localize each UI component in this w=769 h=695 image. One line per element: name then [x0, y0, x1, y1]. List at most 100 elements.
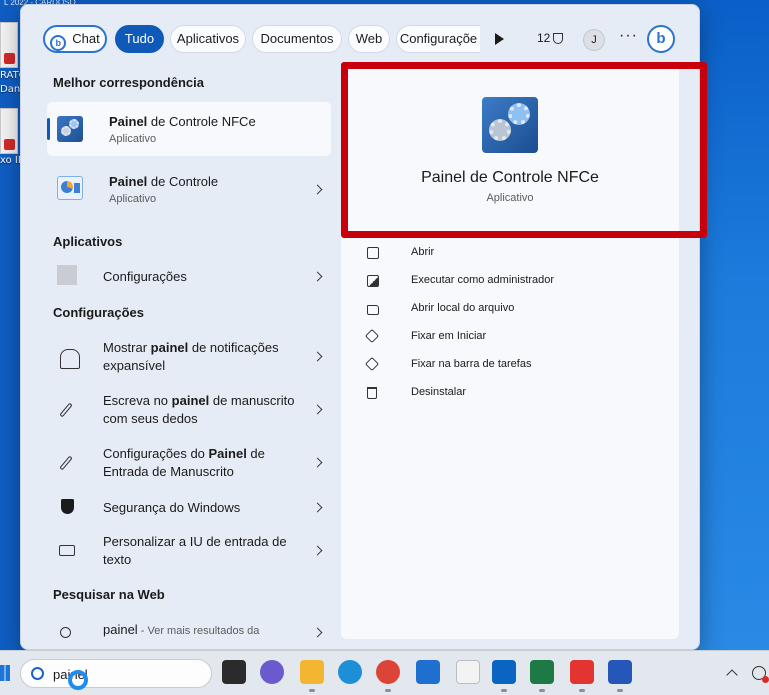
running-indicator	[617, 689, 623, 692]
anydesk-icon[interactable]	[570, 660, 594, 684]
teams-chat-icon[interactable]	[260, 660, 284, 684]
detail-app-name: Painel de Controle NFCe	[421, 169, 599, 186]
detail-pane: Painel de Controle NFCe Aplicativo Abrir…	[341, 65, 679, 639]
rewards-points[interactable]: 12	[537, 31, 564, 45]
web-search-heading: Pesquisar na Web	[53, 587, 165, 602]
chevron-right-icon[interactable]	[312, 184, 323, 195]
result-title: Personalizar a IU de entrada de texto	[103, 534, 287, 567]
task-view-icon[interactable]	[222, 660, 246, 684]
settings-heading: Configurações	[53, 305, 145, 320]
open-icon	[367, 247, 379, 259]
action-pin-to-start[interactable]: Fixar em Iniciar	[363, 328, 663, 348]
setting-result[interactable]: Personalizar a IU de entrada de texto	[47, 531, 331, 571]
network-status-icon[interactable]	[752, 666, 769, 683]
shield-icon	[61, 499, 74, 514]
best-match-result[interactable]: Painel de Controle NFCe Aplicativo	[47, 102, 331, 156]
more-options-icon[interactable]: ···	[619, 27, 638, 45]
word-icon[interactable]	[608, 660, 632, 684]
chat-button[interactable]: b Chat	[43, 25, 107, 53]
search-icon	[60, 627, 71, 638]
scroll-tabs-right-icon[interactable]	[495, 33, 504, 45]
gears-app-icon	[57, 116, 83, 142]
result-subtitle: Aplicativo	[109, 133, 157, 145]
chevron-right-icon[interactable]	[312, 271, 323, 282]
tab-documentos[interactable]: Documentos	[252, 25, 342, 53]
running-indicator	[579, 689, 585, 692]
notepad-icon[interactable]	[456, 660, 480, 684]
result-title: Configurações do Painel de Entrada de Ma…	[103, 446, 265, 479]
action-label: Executar como administrador	[411, 274, 555, 286]
folder-icon	[367, 305, 379, 315]
tab-web[interactable]: Web	[348, 25, 390, 53]
setting-result[interactable]: Escreva no painel de manuscrito com seus…	[47, 390, 331, 430]
action-open-file-location[interactable]: Abrir local do arquivo	[363, 300, 663, 320]
results-pane: Melhor correspondência Painel de Control…	[21, 71, 341, 649]
running-indicator	[539, 689, 545, 692]
pen-icon	[59, 402, 73, 418]
control-panel-result[interactable]: Painel de Controle Aplicativo	[47, 162, 331, 216]
excel-icon[interactable]	[530, 660, 554, 684]
result-title: Painel de Controle NFCe	[109, 114, 256, 129]
tab-tudo[interactable]: Tudo	[115, 25, 164, 53]
action-label: Fixar na barra de tarefas	[411, 358, 532, 370]
edge-icon[interactable]	[338, 660, 362, 684]
action-label: Abrir	[411, 246, 435, 258]
setting-result[interactable]: Segurança do Windows	[47, 495, 331, 521]
keyboard-icon	[59, 545, 75, 556]
tab-aplicativos[interactable]: Aplicativos	[170, 25, 246, 53]
windows-start-icon[interactable]	[0, 665, 10, 681]
chevron-right-icon[interactable]	[312, 502, 323, 513]
result-title: Segurança do Windows	[103, 500, 241, 515]
taskbar-search-box[interactable]	[20, 659, 212, 688]
search-flyout: b Chat Tudo Aplicativos Documentos Web Co…	[20, 4, 700, 650]
tab-configuracoes[interactable]: Configuraçõe	[396, 25, 480, 53]
chevron-right-icon[interactable]	[312, 545, 323, 556]
chevron-right-icon[interactable]	[312, 351, 323, 362]
chevron-right-icon[interactable]	[312, 457, 323, 468]
search-icon	[31, 667, 44, 680]
cursor-indicator	[68, 670, 88, 690]
chevron-right-icon[interactable]	[312, 404, 323, 415]
pdf-icon	[4, 53, 15, 64]
chevron-right-icon[interactable]	[312, 627, 323, 638]
shield-admin-icon	[367, 275, 379, 287]
gears-app-icon	[482, 97, 538, 153]
desktop-pdf-file[interactable]	[0, 108, 18, 154]
running-indicator	[309, 689, 315, 692]
selection-indicator	[47, 118, 50, 140]
apps-heading: Aplicativos	[53, 234, 123, 249]
action-uninstall[interactable]: Desinstalar	[363, 384, 663, 404]
chrome-icon[interactable]	[376, 660, 400, 684]
pin-icon	[364, 328, 380, 344]
action-label: Desinstalar	[411, 386, 467, 398]
web-search-result[interactable]: painel - Ver mais resultados da	[47, 617, 331, 647]
running-indicator	[385, 689, 391, 692]
setting-result[interactable]: Mostrar painel de notificações expansíve…	[47, 337, 331, 377]
bing-chat-icon: b	[50, 35, 67, 51]
user-avatar[interactable]: J	[583, 29, 605, 51]
app-result-configuracoes[interactable]: Configurações	[47, 261, 331, 291]
action-pin-to-taskbar[interactable]: Fixar na barra de tarefas	[363, 356, 663, 376]
store-icon[interactable]	[416, 660, 440, 684]
outlook-icon[interactable]	[492, 660, 516, 684]
best-match-heading: Melhor correspondência	[53, 75, 204, 90]
divider	[357, 231, 663, 232]
show-hidden-icons-chevron-icon[interactable]	[726, 669, 738, 681]
result-title: Escreva no painel de manuscrito com seus…	[103, 393, 295, 426]
desktop-pdf-file[interactable]	[0, 22, 18, 68]
result-subtitle: Aplicativo	[109, 193, 157, 205]
chat-label: Chat	[72, 31, 100, 46]
action-open[interactable]: Abrir	[363, 244, 663, 264]
pdf-icon	[4, 139, 15, 150]
result-title: Painel de Controle	[109, 174, 219, 189]
search-filter-bar: b Chat Tudo Aplicativos Documentos Web Co…	[21, 5, 699, 71]
bing-icon[interactable]: b	[647, 25, 675, 53]
action-label: Abrir local do arquivo	[411, 302, 515, 314]
result-title: Mostrar painel de notificações expansíve…	[103, 340, 279, 373]
setting-result[interactable]: Configurações do Painel de Entrada de Ma…	[47, 443, 331, 483]
desktop-file-label: xo II	[0, 155, 21, 166]
points-value: 12	[537, 31, 551, 45]
file-explorer-icon[interactable]	[300, 660, 324, 684]
action-run-as-admin[interactable]: Executar como administrador	[363, 272, 663, 292]
settings-app-icon	[57, 265, 77, 285]
